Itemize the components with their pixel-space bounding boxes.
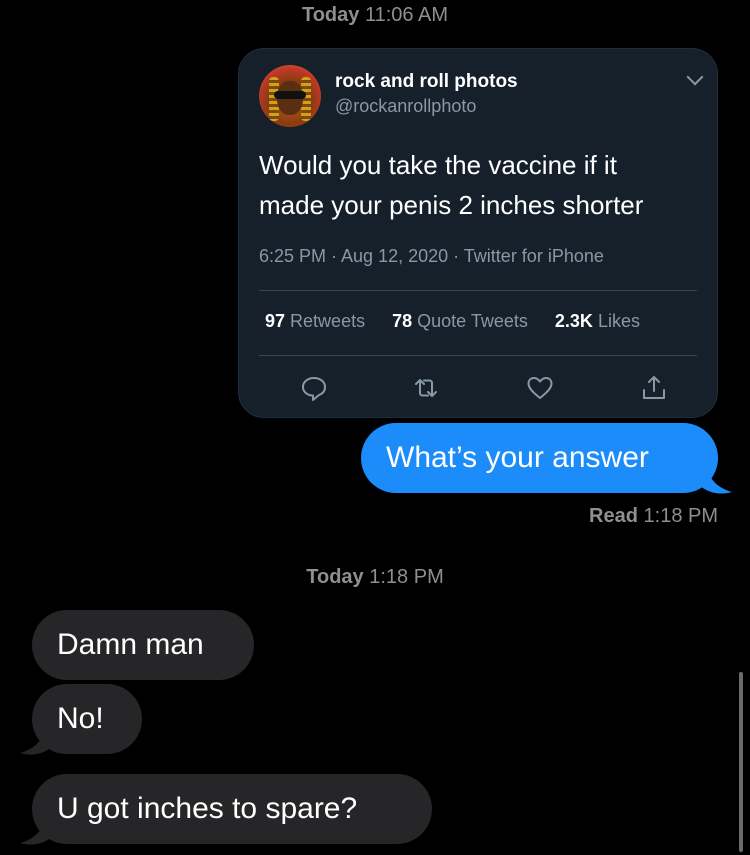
share-icon[interactable] [639, 373, 669, 403]
tweet-user-handle: @rockanrollphoto [335, 96, 477, 116]
received-bubble-tail [20, 731, 52, 755]
timestamp-time: 1:18 PM [369, 566, 444, 588]
read-receipt: Read 1:18 PM [589, 505, 718, 528]
quotes-stat[interactable]: 78 Quote Tweets [392, 311, 528, 331]
timestamp-time: 11:06 AM [364, 4, 448, 26]
read-label: Read [589, 505, 638, 527]
tweet-meta: 6:25 PM · Aug 12, 2020 · Twitter for iPh… [259, 246, 604, 266]
like-icon[interactable] [525, 373, 555, 403]
likes-count: 2.3K [554, 311, 593, 331]
timestamp-day: Today [306, 566, 364, 588]
divider [259, 290, 697, 291]
timestamp-header: Today 11:06 AM [0, 4, 750, 27]
received-message-bubble[interactable]: U got inches to spare? [32, 774, 432, 844]
message-text: What’s your answer [386, 441, 649, 474]
tweet-text-line: made your penis 2 inches shorter [259, 190, 644, 220]
tweet-user-name[interactable]: rock and roll photos [335, 71, 518, 93]
timestamp-header: Today 1:18 PM [0, 566, 750, 589]
chevron-down-icon[interactable] [686, 68, 704, 86]
retweets-count: 97 [265, 311, 286, 331]
scrollbar[interactable] [739, 672, 743, 852]
tweet-actions [239, 373, 717, 405]
sent-message-bubble[interactable]: What’s your answer [361, 423, 718, 493]
retweets-label: Retweets [290, 311, 366, 331]
tweet-stats: 97 Retweets 78 Quote Tweets 2.3K Likes [265, 311, 662, 332]
quotes-count: 78 [392, 311, 413, 331]
tweet-card[interactable]: rock and roll photos @rockanrollphoto Wo… [238, 48, 718, 418]
message-text: Damn man [57, 628, 204, 661]
received-bubble-tail [20, 821, 52, 845]
retweet-icon[interactable] [411, 373, 441, 403]
read-time: 1:18 PM [643, 505, 718, 527]
received-message-bubble[interactable]: Damn man [32, 610, 254, 680]
likes-stat[interactable]: 2.3K Likes [555, 311, 640, 331]
message-text: No! [57, 702, 104, 735]
divider [259, 355, 697, 356]
avatar[interactable] [259, 65, 321, 127]
likes-label: Likes [597, 311, 640, 331]
sent-bubble-tail [700, 470, 732, 494]
tweet-text-line: Would you take the vaccine if it [259, 150, 617, 180]
retweets-stat[interactable]: 97 Retweets [265, 311, 365, 331]
quotes-label: Quote Tweets [417, 311, 528, 331]
message-text: U got inches to spare? [57, 792, 358, 825]
tweet-text: Would you take the vaccine if it made yo… [259, 145, 704, 225]
reply-icon[interactable] [299, 373, 329, 403]
timestamp-day: Today [301, 4, 360, 26]
